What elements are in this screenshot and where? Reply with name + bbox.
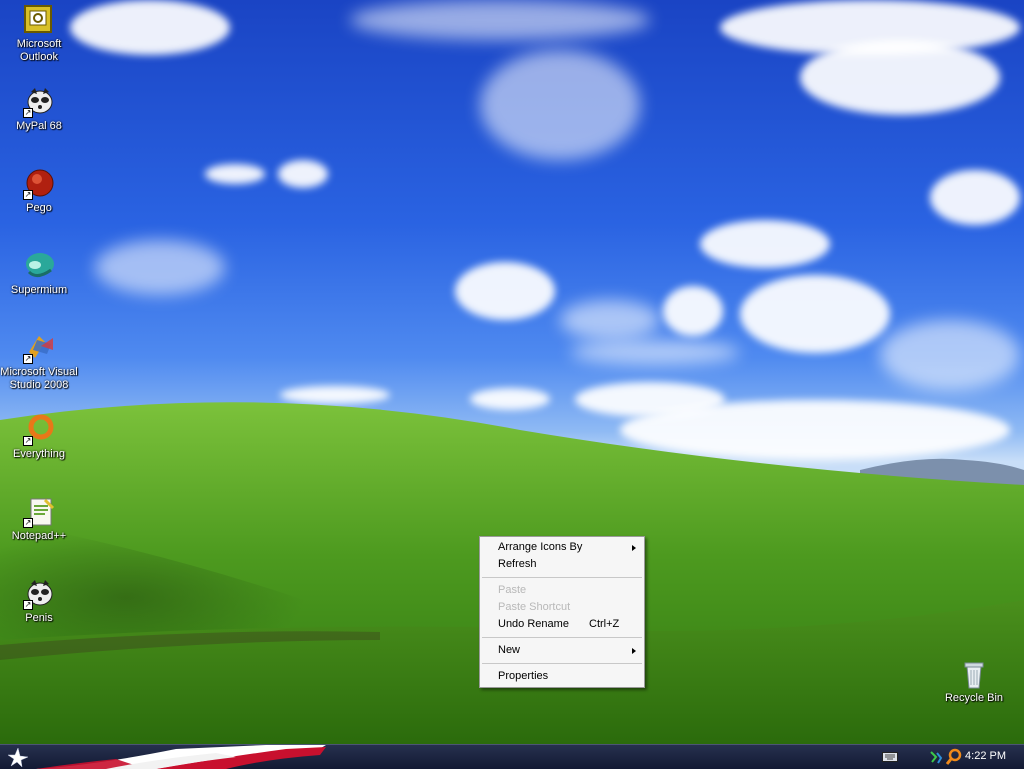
shortcut-arrow-icon: ↗ <box>23 108 33 118</box>
desktop-icon-label: Microsoft Visual Studio 2008 <box>0 366 78 391</box>
menu-item-arrange-icons-by[interactable]: Arrange Icons By <box>480 539 644 556</box>
start-button[interactable] <box>0 745 40 769</box>
desktop-icon-label: Notepad++ <box>11 530 67 542</box>
taskbar-flag-decoration <box>36 745 326 769</box>
pego-icon: ↗ <box>23 168 55 200</box>
menu-item-shortcut: Ctrl+Z <box>589 618 620 630</box>
menu-item-label: Properties <box>498 670 549 682</box>
shortcut-arrow-icon: ↗ <box>23 436 33 446</box>
everything-icon: ↗ <box>23 414 55 446</box>
shortcut-arrow-icon: ↗ <box>23 600 33 610</box>
shortcut-arrow-icon: ↗ <box>23 354 33 364</box>
desktop-icon-label: Penis <box>25 612 53 624</box>
menu-item-label: Paste <box>498 584 527 596</box>
menu-separator <box>482 663 642 664</box>
desktop-icon-label: Everything <box>13 448 65 460</box>
menu-separator <box>482 637 642 638</box>
menu-item-label: Refresh <box>498 558 537 570</box>
submenu-arrow-icon <box>632 545 636 551</box>
start-star-icon <box>7 747 29 768</box>
network-icon[interactable] <box>928 749 944 765</box>
taskbar-clock[interactable]: 4:22 PM <box>965 750 1006 762</box>
menu-item-new[interactable]: New <box>480 642 644 659</box>
desktop-icon-supermium[interactable]: Supermium <box>0 250 79 297</box>
desktop-icon-label: Pego <box>26 202 52 214</box>
desktop-icon-visual-studio[interactable]: ↗ Microsoft Visual Studio 2008 <box>0 332 79 392</box>
shortcut-arrow-icon: ↗ <box>23 518 33 528</box>
desktop-icon-label: MyPal 68 <box>16 120 62 132</box>
desktop-icon-penis[interactable]: ↗ Penis <box>0 578 79 625</box>
supermium-icon <box>23 250 55 282</box>
visual-studio-icon: ↗ <box>23 332 55 364</box>
shortcut-arrow-icon: ↗ <box>23 190 33 200</box>
menu-item-refresh[interactable]: Refresh <box>480 556 644 573</box>
keyboard-icon[interactable] <box>882 751 898 763</box>
menu-item-label: Undo Rename <box>498 618 569 630</box>
desktop-icon-label: Supermium <box>10 284 68 296</box>
menu-item-label: New <box>498 644 521 656</box>
mypal-icon: ↗ <box>23 578 55 610</box>
desktop-icon-label: Recycle Bin <box>944 692 1004 704</box>
desktop-icon-everything[interactable]: ↗ Everything <box>0 414 79 461</box>
notepadpp-icon: ↗ <box>23 496 55 528</box>
desktop-icon-mypal[interactable]: ↗ MyPal 68 <box>0 86 79 133</box>
menu-item-label: Paste Shortcut <box>498 601 571 613</box>
recycle-bin-icon <box>958 658 990 690</box>
taskbar: 4:22 PM <box>0 744 1024 769</box>
menu-separator <box>482 577 642 578</box>
desktop-icon-outlook[interactable]: Microsoft Outlook <box>0 4 79 64</box>
search-icon[interactable] <box>945 748 962 766</box>
desktop-icon-pego[interactable]: ↗ Pego <box>0 168 79 215</box>
desktop[interactable]: Microsoft Outlook ↗ MyPal 68 ↗ Pego Supe… <box>0 0 1024 744</box>
menu-item-undo-rename[interactable]: Undo Rename Ctrl+Z <box>480 616 644 633</box>
desktop-icon-notepadpp[interactable]: ↗ Notepad++ <box>0 496 79 543</box>
menu-item-paste: Paste <box>480 582 644 599</box>
submenu-arrow-icon <box>632 648 636 654</box>
menu-item-label: Arrange Icons By <box>498 541 583 553</box>
outlook-icon <box>23 4 55 36</box>
system-tray: 4:22 PM <box>864 745 1024 769</box>
mypal-icon: ↗ <box>23 86 55 118</box>
desktop-icon-label: Microsoft Outlook <box>16 38 62 63</box>
desktop-icon-recycle-bin[interactable]: Recycle Bin <box>934 658 1014 705</box>
menu-item-properties[interactable]: Properties <box>480 668 644 685</box>
desktop-context-menu: Arrange Icons By Refresh Paste Paste Sho… <box>479 536 645 688</box>
menu-item-paste-shortcut: Paste Shortcut <box>480 599 644 616</box>
